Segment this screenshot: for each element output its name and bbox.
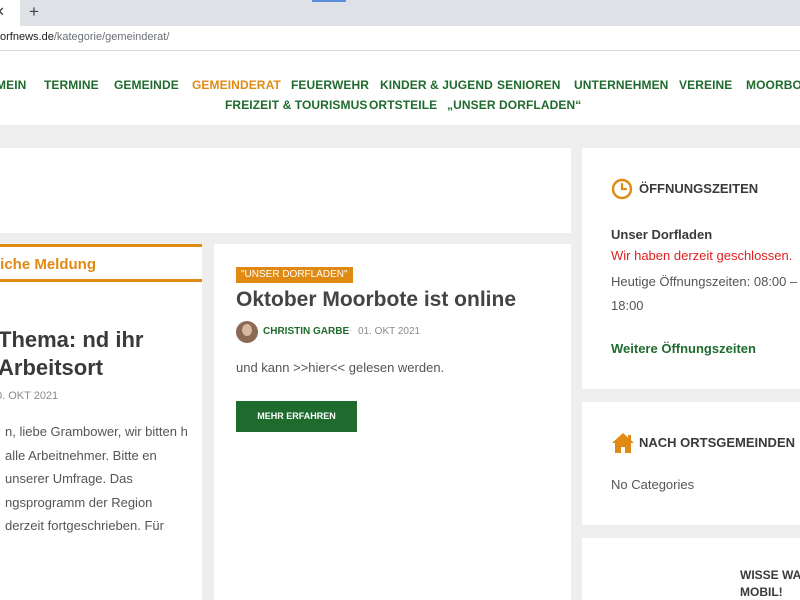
post-date: 0. OKT 2021 — [0, 390, 59, 402]
post-author[interactable]: CHRISTIN GARBE — [263, 326, 349, 337]
post-excerpt: und kann >>hier<< gelesen werden. — [236, 360, 445, 375]
address-bar[interactable]: orfnews.de/kategorie/gemeinderat/ — [0, 26, 800, 51]
promo-widget: WISSE WA MOBIL! — [582, 538, 800, 600]
nav-item-startseite[interactable]: MEIN — [0, 78, 26, 92]
todays-hours: Heutige Öffnungszeiten: 08:00 – 18:00 — [611, 274, 798, 313]
nav-item-moorbote[interactable]: MOORBOTE — [746, 78, 800, 92]
tab-indicator — [312, 0, 346, 2]
more-hours-link[interactable]: Weitere Öffnungszeiten — [611, 341, 756, 356]
post-card: "UNSER DORFLADEN" Oktober Moorbote ist o… — [214, 244, 571, 600]
promo-text[interactable]: WISSE WA MOBIL! — [740, 567, 800, 600]
status-message: Wir haben derzeit geschlossen. — [611, 248, 793, 263]
nav-item-unternehmen[interactable]: UNTERNEHMEN — [574, 78, 668, 92]
url-host: orfnews.de — [0, 31, 54, 43]
post-excerpt: n, liebe Grambower, wir bitten h alle Ar… — [5, 424, 188, 534]
post-card: liche Meldung Thema: nd ihr Arbeitsort 0… — [0, 244, 202, 600]
avatar[interactable] — [236, 321, 258, 343]
url-text[interactable]: orfnews.de/kategorie/gemeinderat/ — [0, 31, 169, 43]
widget-title: ÖFFNUNGSZEITEN — [639, 181, 759, 196]
nav-item-gemeinde[interactable]: GEMEINDE — [114, 78, 179, 92]
opening-hours-widget: ÖFFNUNGSZEITEN Unser Dorfladen Wir haben… — [582, 148, 800, 389]
url-path: /kategorie/gemeinderat/ — [53, 31, 170, 43]
category-badge[interactable]: "UNSER DORFLADEN" — [236, 267, 353, 283]
archive-header: t — [0, 148, 571, 233]
browser-tab-strip: ✕ + — [0, 0, 800, 26]
nav-item-termine[interactable]: TERMINE — [44, 78, 99, 92]
nav-item-kinder-jugend[interactable]: KINDER & JUGEND — [380, 78, 493, 92]
post-title[interactable]: Thema: nd ihr Arbeitsort — [0, 326, 202, 382]
empty-state-text: No Categories — [611, 477, 695, 492]
main-navigation: MEIN TERMINE GEMEINDE GEMEINDERAT FEUERW… — [0, 51, 800, 125]
towns-widget: NACH ORTSGEMEINDEN No Categories — [582, 402, 800, 525]
category-tab-label: liche Meldung — [0, 256, 97, 273]
home-icon — [611, 432, 635, 459]
nav-item-vereine[interactable]: VEREINE — [679, 78, 732, 92]
new-tab-icon[interactable]: + — [29, 2, 39, 22]
post-title[interactable]: Oktober Moorbote ist online — [236, 288, 516, 312]
read-more-button[interactable]: MEHR ERFAHREN — [236, 401, 357, 432]
widget-title: NACH ORTSGEMEINDEN — [639, 435, 796, 450]
nav-item-ortsteile[interactable]: ORTSTEILE — [369, 98, 437, 112]
post-date: 01. OKT 2021 — [358, 326, 421, 337]
browser-tab[interactable]: ✕ — [0, 0, 20, 26]
meta-separator: · — [349, 325, 353, 336]
nav-item-freizeit-tourismus[interactable]: FREIZEIT & TOURISMUS — [225, 98, 367, 112]
nav-item-senioren[interactable]: SENIOREN — [497, 78, 560, 92]
close-icon[interactable]: ✕ — [0, 4, 5, 20]
clock-icon — [611, 178, 633, 205]
nav-item-unser-dorfladen[interactable]: „UNSER DORFLADEN“ — [447, 98, 581, 112]
category-tab[interactable]: liche Meldung — [0, 244, 202, 282]
nav-item-gemeinderat[interactable]: GEMEINDERAT — [192, 78, 281, 92]
nav-item-feuerwehr[interactable]: FEUERWEHR — [291, 78, 369, 92]
shop-name: Unser Dorfladen — [611, 227, 713, 242]
